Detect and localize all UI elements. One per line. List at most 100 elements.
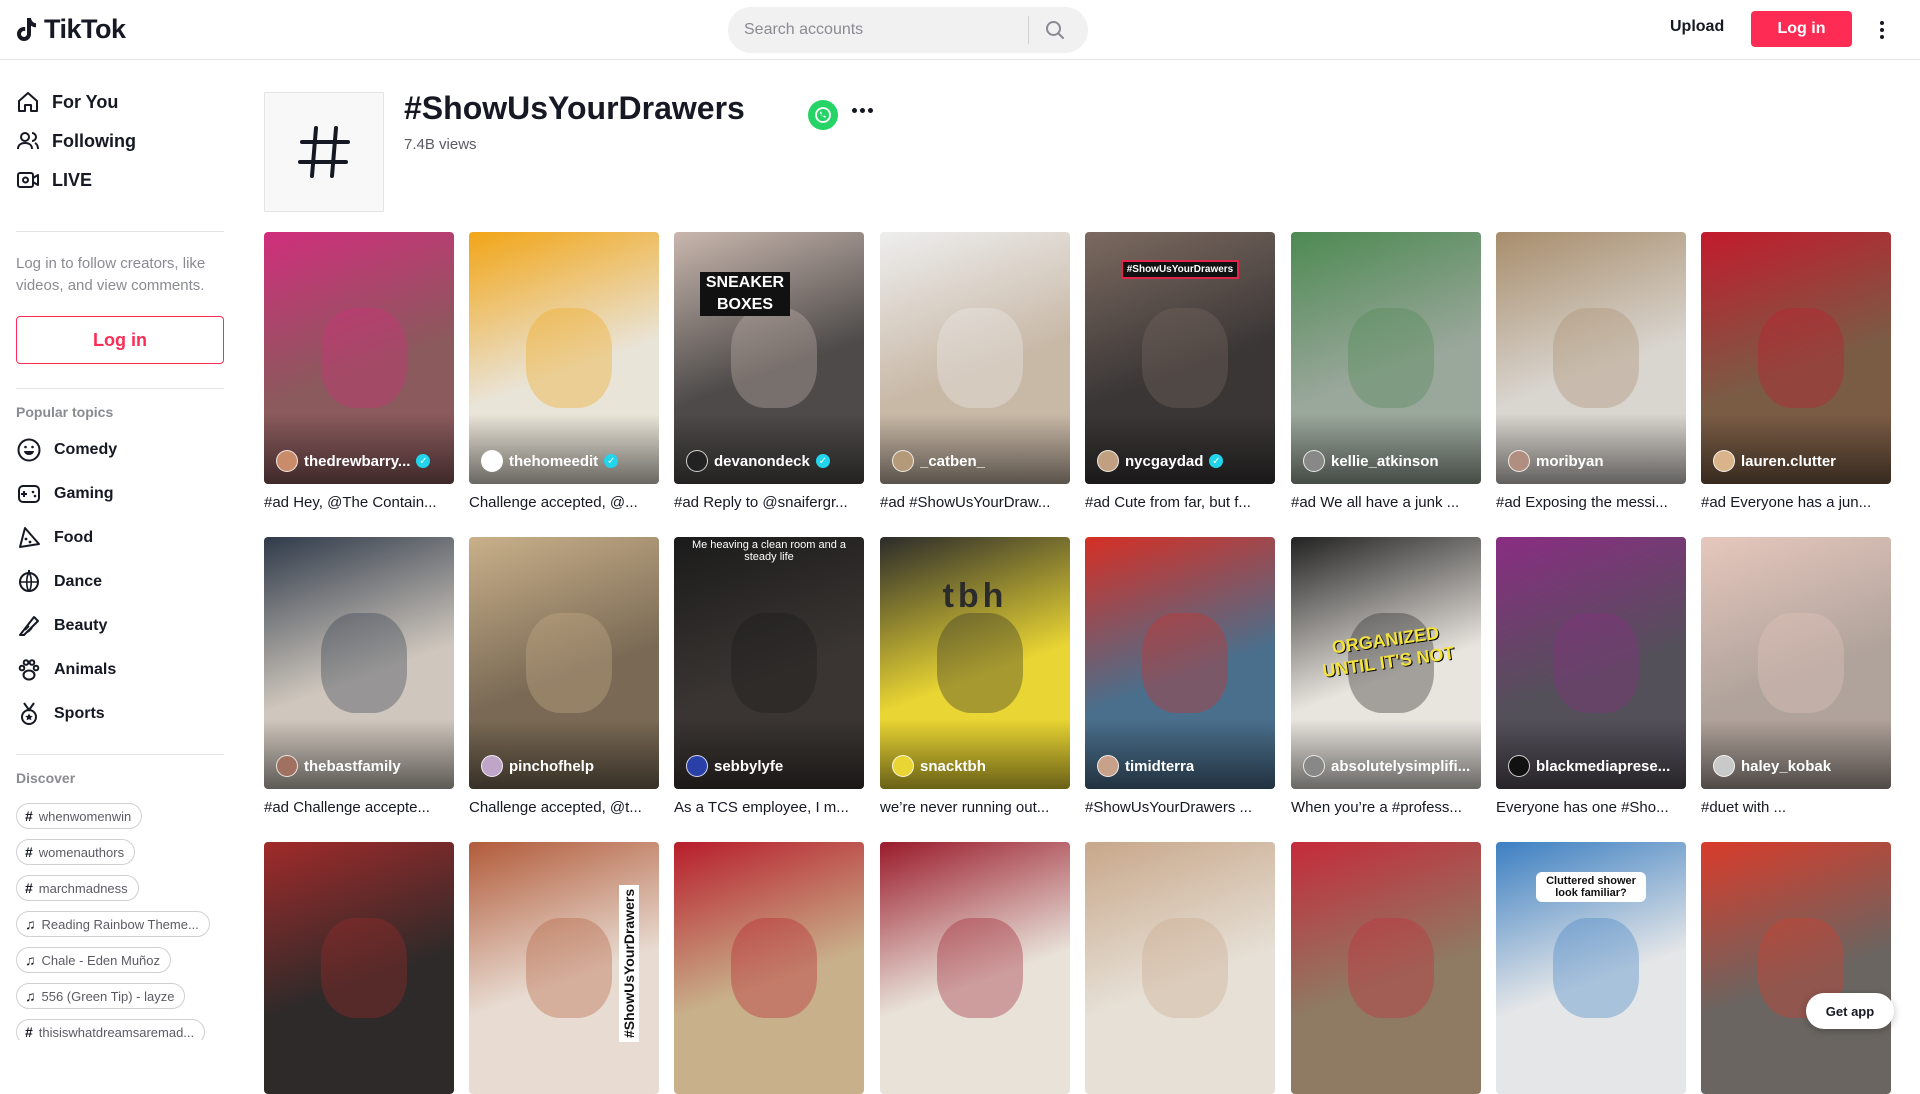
video-card[interactable]: haley_kobak #duet with ... [1701,537,1891,816]
video-card[interactable] [1085,842,1275,1094]
video-caption[interactable]: Challenge accepted, @t... [469,799,659,816]
video-thumbnail[interactable]: snacktbh tbh [880,537,1070,789]
video-thumbnail[interactable] [880,842,1070,1094]
video-thumbnail[interactable]: #ShowUsYourDrawers [469,842,659,1094]
video-caption[interactable]: Challenge accepted, @... [469,494,659,511]
more-menu-icon[interactable] [1876,16,1888,44]
nav-live[interactable]: LIVE [16,160,92,200]
search-button[interactable] [1029,7,1081,53]
video-thumbnail[interactable]: _catben_ [880,232,1070,484]
video-author[interactable]: kellie_atkinson [1303,450,1479,472]
video-author[interactable]: haley_kobak [1713,755,1889,777]
discover-hashtag-chip[interactable]: # marchmadness [16,875,139,901]
video-card[interactable]: kellie_atkinson #ad We all have a junk ..… [1291,232,1481,511]
video-card[interactable]: sebbylyfe Me heaving a clean room and a s… [674,537,864,816]
video-caption[interactable]: #ad Exposing the messi... [1496,494,1686,511]
video-thumbnail[interactable]: thebastfamily [264,537,454,789]
get-app-button[interactable]: Get app [1806,993,1894,1029]
video-card[interactable]: absolutelysimplifi... ORGANIZED UNTIL IT'… [1291,537,1481,816]
discover-hashtag-chip[interactable]: # thisiswhatdreamsaremad... [16,1019,206,1040]
video-card[interactable]: #ShowUsYourDrawers [469,842,659,1094]
video-thumbnail[interactable]: Cluttered shower look familiar? [1496,842,1686,1094]
video-card[interactable]: Cluttered shower look familiar? [1496,842,1686,1094]
video-thumbnail[interactable]: absolutelysimplifi... ORGANIZED UNTIL IT'… [1291,537,1481,789]
video-caption[interactable]: #ad Hey, @The Contain... [264,494,454,511]
discover-hashtag-chip[interactable]: # whenwomenwin [16,803,143,829]
share-more-icon[interactable] [852,108,873,113]
video-author[interactable]: _catben_ [892,450,1068,472]
video-card[interactable]: moribyan #ad Exposing the messi... [1496,232,1686,511]
video-thumbnail[interactable] [264,842,454,1094]
video-caption[interactable]: #duet with ... [1701,799,1891,816]
video-card[interactable] [674,842,864,1094]
video-author[interactable]: pinchofhelp [481,755,657,777]
video-caption[interactable]: When you’re a #profess... [1291,799,1481,816]
video-author[interactable]: snacktbh [892,755,1068,777]
video-card[interactable]: timidterra #ShowUsYourDrawers ... [1085,537,1275,816]
video-author[interactable]: lauren.clutter [1713,450,1889,472]
video-card[interactable]: blackmediaprese... Everyone has one #Sho.… [1496,537,1686,816]
nav-for-you[interactable]: For You [16,82,118,122]
video-thumbnail[interactable] [1085,842,1275,1094]
topic-dance[interactable]: Dance [16,566,102,598]
video-card[interactable]: snacktbh tbh we’re never running out... [880,537,1070,816]
video-author[interactable]: thebastfamily [276,755,452,777]
sidebar-login-button[interactable]: Log in [16,316,224,364]
video-caption[interactable]: #ad Reply to @snaifergr... [674,494,864,511]
video-thumbnail[interactable]: blackmediaprese... [1496,537,1686,789]
video-author[interactable]: devanondeck ✓ [686,450,862,472]
video-caption[interactable]: #ad Cute from far, but f... [1085,494,1275,511]
video-thumbnail[interactable]: timidterra [1085,537,1275,789]
topic-food[interactable]: Food [16,522,93,554]
topic-comedy[interactable]: Comedy [16,434,117,466]
header-login-button[interactable]: Log in [1751,11,1852,47]
video-thumbnail[interactable] [674,842,864,1094]
discover-music-chip[interactable]: ♫ 556 (Green Tip) - layze [16,983,186,1009]
video-card[interactable]: thebastfamily #ad Challenge accepte... [264,537,454,816]
video-author[interactable]: absolutelysimplifi... [1303,755,1479,777]
video-caption[interactable]: #ShowUsYourDrawers ... [1085,799,1275,816]
video-thumbnail[interactable]: devanondeck ✓ SNEAKER BOXES [674,232,864,484]
video-thumbnail[interactable]: pinchofhelp [469,537,659,789]
discover-music-chip[interactable]: ♫ Chale - Eden Muñoz [16,947,172,973]
video-card[interactable] [880,842,1070,1094]
video-caption[interactable]: #ad Challenge accepte... [264,799,454,816]
video-card[interactable] [1291,842,1481,1094]
topic-sports[interactable]: Sports [16,698,105,730]
search-input[interactable] [728,7,1028,53]
video-card[interactable]: nycgaydad ✓ #ShowUsYourDrawers #ad Cute fro… [1085,232,1275,511]
video-caption[interactable]: we’re never running out... [880,799,1070,816]
video-author[interactable]: blackmediaprese... [1508,755,1684,777]
video-author[interactable]: moribyan [1508,450,1684,472]
video-card[interactable] [264,842,454,1094]
video-caption[interactable]: #ad Everyone has a jun... [1701,494,1891,511]
video-thumbnail[interactable]: thedrewbarry... ✓ [264,232,454,484]
video-thumbnail[interactable]: thehomeedit ✓ [469,232,659,484]
video-card[interactable]: thehomeedit ✓ Challenge accepted, @... [469,232,659,511]
video-author[interactable]: sebbylyfe [686,755,862,777]
video-card[interactable]: _catben_ #ad #ShowUsYourDraw... [880,232,1070,511]
video-author[interactable]: nycgaydad ✓ [1097,450,1273,472]
upload-link[interactable]: Upload [1670,18,1724,36]
whatsapp-share-button[interactable] [808,100,838,130]
video-thumbnail[interactable]: sebbylyfe Me heaving a clean room and a s… [674,537,864,789]
video-author[interactable]: timidterra [1097,755,1273,777]
video-author[interactable]: thehomeedit ✓ [481,450,657,472]
video-caption[interactable]: As a TCS employee, I m... [674,799,864,816]
video-card[interactable]: lauren.clutter #ad Everyone has a jun... [1701,232,1891,511]
video-caption[interactable]: #ad #ShowUsYourDraw... [880,494,1070,511]
video-caption[interactable]: #ad We all have a junk ... [1291,494,1481,511]
video-card[interactable]: devanondeck ✓ SNEAKER BOXES #ad Reply to @s… [674,232,864,511]
video-author[interactable]: thedrewbarry... ✓ [276,450,452,472]
video-thumbnail[interactable]: kellie_atkinson [1291,232,1481,484]
video-thumbnail[interactable] [1701,842,1891,1094]
discover-music-chip[interactable]: ♫ Reading Rainbow Theme... [16,911,210,937]
topic-gaming[interactable]: Gaming [16,478,114,510]
topic-animals[interactable]: Animals [16,654,116,686]
video-caption[interactable]: Everyone has one #Sho... [1496,799,1686,816]
video-thumbnail[interactable]: haley_kobak [1701,537,1891,789]
discover-hashtag-chip[interactable]: # womenauthors [16,839,136,865]
video-thumbnail[interactable]: nycgaydad ✓ #ShowUsYourDrawers [1085,232,1275,484]
video-thumbnail[interactable]: lauren.clutter [1701,232,1891,484]
video-card[interactable]: thedrewbarry... ✓ #ad Hey, @The Contain... [264,232,454,511]
